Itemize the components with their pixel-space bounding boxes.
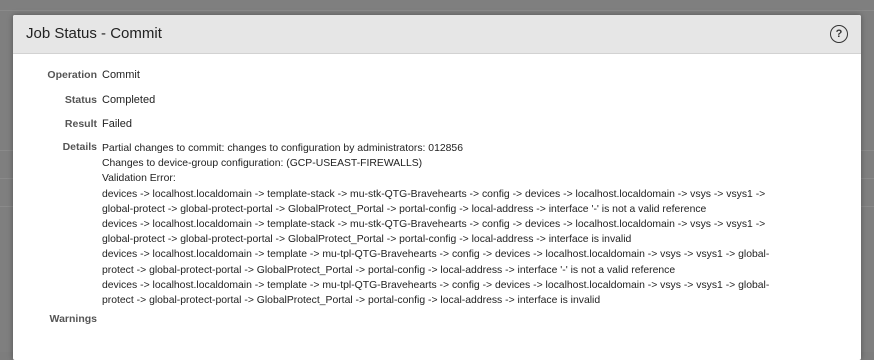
question-circle-icon[interactable]: ? <box>830 25 848 43</box>
dialog-body: Operation Commit Status Completed Result… <box>13 54 861 360</box>
details-line: protect -> global-protect-portal -> Glob… <box>102 294 601 306</box>
details-line: global-protect -> global-protect-portal … <box>102 234 632 246</box>
details-line: devices -> localhost.localdomain -> temp… <box>102 279 770 291</box>
details-line: devices -> localhost.localdomain -> temp… <box>102 188 766 200</box>
operation-value: Commit <box>102 69 140 81</box>
status-value: Completed <box>102 94 156 106</box>
result-label: Result <box>64 118 97 130</box>
operation-label: Operation <box>47 69 97 81</box>
details-line: devices -> localhost.localdomain -> temp… <box>102 249 770 261</box>
status-label: Status <box>64 94 97 106</box>
details-line: Partial changes to commit: changes to co… <box>102 143 463 154</box>
details-label: Details <box>62 141 97 153</box>
job-status-dialog: Job Status - Commit ? Operation Commit S… <box>13 15 861 360</box>
dialog-title: Job Status - Commit <box>26 25 162 42</box>
details-line: Validation Error: <box>102 173 176 185</box>
warnings-label: Warnings <box>49 313 97 325</box>
result-value: Failed <box>102 118 132 130</box>
details-line: global-protect -> global-protect-portal … <box>102 203 707 215</box>
backdrop-divider <box>0 10 874 11</box>
details-line: Changes to device-group configuration: (… <box>102 158 423 170</box>
details-line: devices -> localhost.localdomain -> temp… <box>102 218 766 230</box>
details-text: Partial changes to commit: changes to co… <box>102 141 851 308</box>
details-line: protect -> global-protect-portal -> Glob… <box>102 264 676 276</box>
dialog-header: Job Status - Commit ? <box>13 15 861 54</box>
